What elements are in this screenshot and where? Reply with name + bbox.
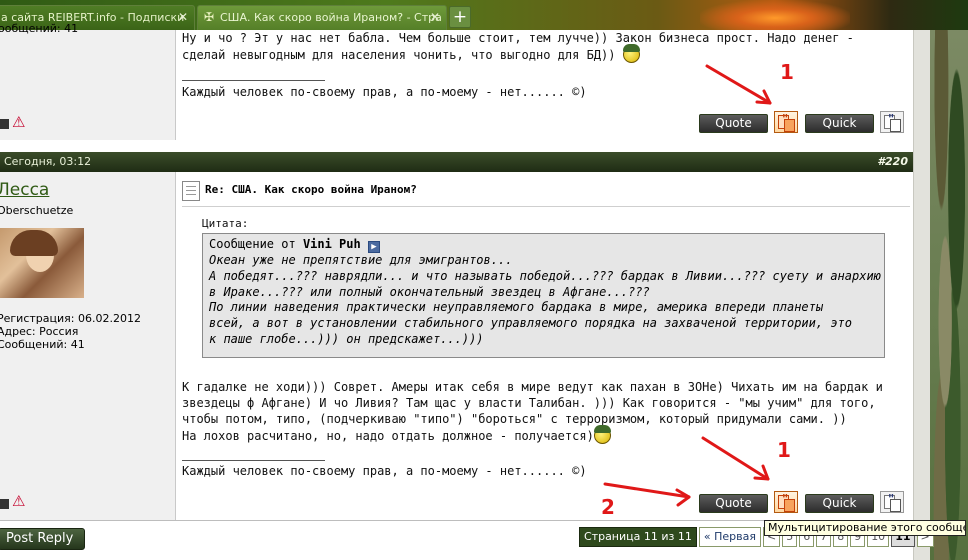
prev-post-user-column: ообщений: 41 ⚠ bbox=[0, 22, 176, 140]
post-line: сделай невыгодным для населения чонить, … bbox=[182, 44, 854, 63]
post-reply-button[interactable]: Post Reply bbox=[0, 528, 85, 550]
quote-label: Цитата: bbox=[202, 217, 249, 230]
quote-author: Vini Puh bbox=[302, 237, 361, 251]
soldier-smiley-icon bbox=[593, 425, 611, 444]
quote-button[interactable]: Quote bbox=[699, 494, 768, 513]
soldier-smiley-icon bbox=[622, 44, 640, 63]
post-body: К гадалке не ходи))) Соврет. Амеры итак … bbox=[182, 379, 883, 444]
post-header: Сегодня, 03:12 #220 bbox=[0, 152, 913, 172]
post-date: Сегодня, 03:12 bbox=[4, 155, 92, 168]
reply-with-quote-icon[interactable]: " bbox=[880, 111, 904, 133]
post-line: К гадалке не ходи))) Соврет. Амеры итак … bbox=[182, 380, 883, 394]
tab-title: США. Как скоро война Ираном? - Стра bbox=[220, 11, 442, 24]
warning-icon[interactable]: ⚠ bbox=[12, 494, 25, 509]
pager-first-link[interactable]: « Первая bbox=[698, 527, 761, 547]
post-line: звездецы ф Афгане) И чо Ливия? Там щас у… bbox=[182, 396, 876, 410]
post-signature: Каждый человек по-своему прав, а по-моем… bbox=[182, 464, 587, 478]
view-post-arrow-icon[interactable]: ▶ bbox=[367, 241, 380, 253]
post-document-icon bbox=[182, 181, 200, 201]
close-icon[interactable]: ✕ bbox=[430, 6, 440, 29]
quote-marks-icon: " bbox=[888, 112, 895, 126]
post-line: Ну и чо ? Эт у нас нет бабла. Чем больше… bbox=[182, 31, 854, 45]
quote-marks-icon: " bbox=[782, 492, 789, 506]
quick-reply-button[interactable]: Quick bbox=[805, 114, 874, 133]
iron-cross-icon: ✠ bbox=[204, 10, 215, 24]
post-user-column: Лесса Oberschuetze Регистрация: 06.02.20… bbox=[0, 172, 176, 520]
quote-author-line: Сообщение от Vini Puh ▶ bbox=[209, 237, 878, 253]
quote-line: всей, а вот в установлении стабильного у… bbox=[209, 316, 852, 331]
camo-background bbox=[930, 30, 968, 560]
quote-line: А победят...??? наврядли... и что называ… bbox=[209, 268, 881, 283]
report-icon[interactable] bbox=[0, 499, 9, 509]
user-post-count: ообщений: 41 bbox=[0, 22, 79, 35]
user-reg-date: Регистрация: 06.02.2012 bbox=[0, 312, 141, 325]
user-title: Oberschuetze bbox=[0, 204, 74, 217]
report-icon[interactable] bbox=[0, 119, 9, 129]
post-title: Re: США. Как скоро война Ираном? bbox=[205, 183, 417, 196]
post-title-divider bbox=[182, 206, 910, 207]
signature-separator bbox=[182, 80, 325, 81]
quote-line: Океан уже не препятствие для эмигрантов.… bbox=[209, 253, 513, 267]
multiquote-button[interactable]: " bbox=[774, 111, 798, 133]
prev-post-body: Ну и чо ? Эт у нас нет бабла. Чем больше… bbox=[182, 30, 854, 63]
prev-post-signature: Каждый человек по-своему прав, а по-моем… bbox=[182, 85, 587, 99]
annotation-number-1: 1 bbox=[777, 438, 791, 462]
browser-tab-thread[interactable]: ✠ США. Как скоро война Ираном? - Стра ✕ bbox=[197, 5, 447, 30]
quote-line: в Ираке...??? или полный окончательный з… bbox=[209, 284, 650, 299]
warning-icon[interactable]: ⚠ bbox=[12, 115, 25, 130]
user-post-count: Сообщений: 41 bbox=[0, 338, 85, 351]
quote-marks-icon: " bbox=[888, 492, 895, 506]
post-line: чтобы потом, типо, (подчеркиваю "типо") … bbox=[182, 412, 847, 426]
post-number-link[interactable]: #220 bbox=[877, 152, 908, 172]
user-avatar[interactable] bbox=[0, 228, 84, 298]
header-flame-decoration bbox=[700, 0, 850, 30]
quote-line: к паше глобе...))) он предскажет...))) bbox=[209, 331, 484, 346]
username-link[interactable]: Лесса bbox=[0, 180, 49, 200]
annotation-number-2: 2 bbox=[601, 495, 615, 519]
pager-label: Страница 11 из 11 bbox=[579, 527, 697, 547]
new-tab-button[interactable]: + bbox=[449, 6, 471, 28]
quote-marks-icon: " bbox=[782, 112, 789, 126]
quote-button[interactable]: Quote bbox=[699, 114, 768, 133]
signature-separator bbox=[182, 460, 325, 461]
forum-page: ообщений: 41 ⚠ Ну и чо ? Эт у нас нет ба… bbox=[0, 22, 913, 560]
quick-reply-button[interactable]: Quick bbox=[805, 494, 874, 513]
scrollbar[interactable] bbox=[913, 30, 930, 560]
reply-with-quote-icon[interactable]: " bbox=[880, 491, 904, 513]
quote-block: Сообщение от Vini Puh ▶ Океан уже не пре… bbox=[202, 233, 885, 358]
quote-line: По линии наведения практически неуправля… bbox=[209, 300, 824, 315]
browser-tab-bar: а сайта REIBERT.info - Подписки ✕ ✠ США. … bbox=[0, 0, 968, 30]
multiquote-button[interactable]: " bbox=[774, 491, 798, 513]
user-address: Адрес: Россия bbox=[0, 325, 79, 338]
annotation-number-1: 1 bbox=[780, 60, 794, 84]
multiquote-tooltip: Мультицитирование этого сообщения bbox=[764, 520, 966, 536]
close-icon[interactable]: ✕ bbox=[178, 6, 188, 29]
